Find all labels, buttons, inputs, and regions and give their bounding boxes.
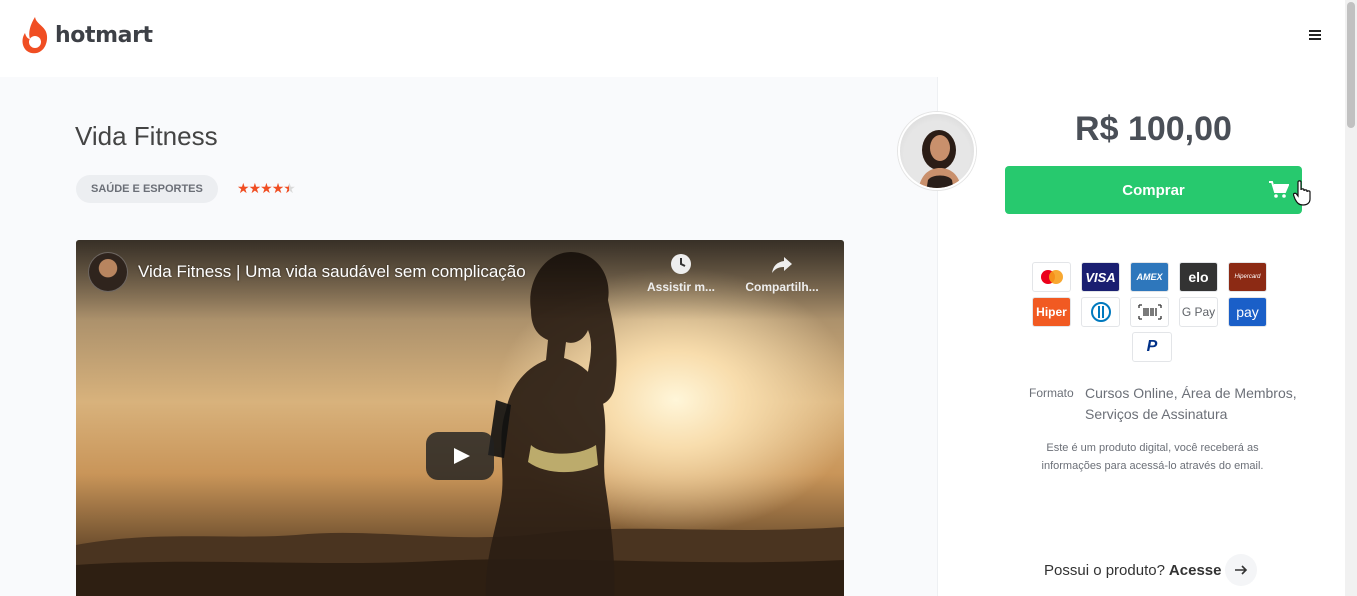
play-button[interactable] <box>426 432 494 480</box>
product-title: Vida Fitness <box>75 121 218 151</box>
amex-icon: AMEX <box>1130 262 1169 292</box>
product-price: R$ 100,00 <box>1075 110 1232 148</box>
format-value: Cursos Online, Área de Membros, Serviços… <box>1085 385 1297 422</box>
hipercard-icon: Hipercard <box>1228 262 1267 292</box>
cart-icon <box>1269 181 1289 198</box>
visa-icon: VISA <box>1081 262 1120 292</box>
access-link[interactable]: Acesse <box>1169 562 1222 579</box>
star-icon: ★ <box>260 180 273 196</box>
samsung-pay-icon: pay <box>1228 297 1267 327</box>
video-title[interactable]: Vida Fitness | Uma vida saudável sem com… <box>138 262 526 282</box>
producer-avatar[interactable] <box>898 112 976 190</box>
page-scrollbar[interactable] <box>1345 0 1357 596</box>
brand-name: hotmart <box>55 22 153 48</box>
elo-icon: elo <box>1179 262 1218 292</box>
watch-later-button[interactable]: Assistir m... <box>636 252 726 294</box>
buy-button[interactable]: Comprar <box>1005 166 1302 214</box>
half-star-icon: ★ <box>283 180 296 196</box>
hiper-icon: Hiper <box>1032 297 1071 327</box>
star-icon: ★ <box>237 180 250 196</box>
hand-pointer-cursor-icon <box>1293 180 1311 206</box>
format-label: Formato <box>1029 386 1074 400</box>
buy-button-label: Comprar <box>1122 181 1185 199</box>
paypal-icon: P <box>1132 332 1172 362</box>
boleto-icon <box>1130 297 1169 327</box>
star-icon: ★ <box>271 180 285 196</box>
share-button[interactable]: Compartilh... <box>737 252 827 294</box>
share-arrow-icon <box>772 257 792 273</box>
watch-later-label: Assistir m... <box>646 280 716 294</box>
arrow-right-icon[interactable] <box>1225 554 1258 586</box>
digital-product-note: Este é um produto digital, você receberá… <box>1041 442 1264 472</box>
channel-avatar[interactable] <box>88 252 128 292</box>
video-player[interactable]: Vida Fitness | Uma vida saudável sem com… <box>76 240 844 596</box>
rating-stars: ★ ★ ★ ★ ★ <box>237 180 296 196</box>
diners-icon <box>1081 297 1120 327</box>
top-header: hotmart <box>0 0 1345 77</box>
flame-icon <box>22 17 48 54</box>
share-label: Compartilh... <box>745 280 819 294</box>
access-product-row: Possui o produto? Acesse <box>1044 554 1258 586</box>
clock-icon <box>671 254 691 274</box>
mastercard-icon <box>1032 262 1071 292</box>
play-icon <box>454 448 470 464</box>
category-badge[interactable]: SAÚDE E ESPORTES <box>76 175 218 203</box>
google-pay-icon: G Pay <box>1179 297 1218 327</box>
scrollbar-thumb[interactable] <box>1347 2 1355 128</box>
hotmart-logo[interactable]: hotmart <box>20 15 153 55</box>
payment-methods: VISA AMEX elo Hipercard Hiper G Pay pay … <box>1032 262 1277 367</box>
product-main: Vida Fitness SAÚDE E ESPORTES ★ ★ ★ ★ ★ … <box>0 77 937 596</box>
access-question: Possui o produto? <box>1044 561 1165 579</box>
star-icon: ★ <box>248 180 262 196</box>
hamburger-menu-icon[interactable] <box>1306 28 1324 44</box>
